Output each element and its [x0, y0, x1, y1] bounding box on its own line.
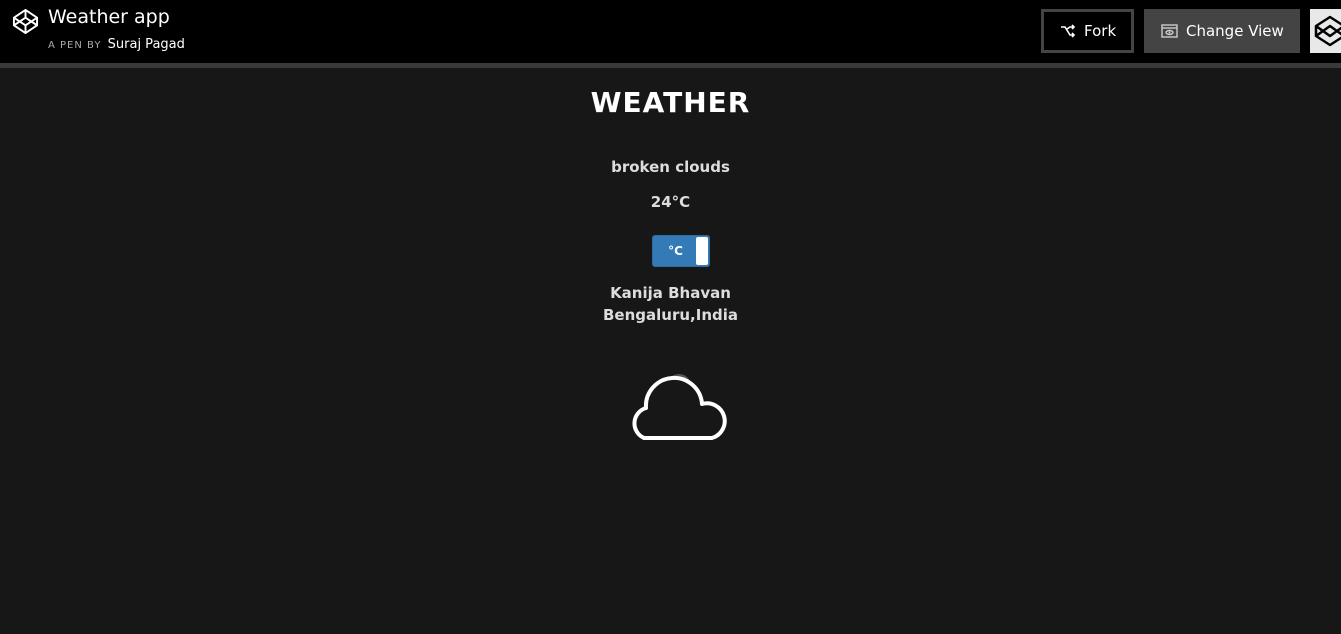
- codepen-header: Weather app A PEN BY Suraj Pagad Fork Ch…: [0, 0, 1341, 68]
- codepen-avatar-icon: [1314, 15, 1341, 47]
- unit-toggle[interactable]: °C: [652, 235, 710, 267]
- change-view-icon: [1161, 24, 1178, 38]
- user-avatar[interactable]: [1310, 9, 1341, 53]
- unit-toggle-label: °C: [668, 244, 683, 258]
- pen-author-link[interactable]: Suraj Pagad: [108, 37, 185, 52]
- weather-app: WEATHER broken clouds 24°C °C Kanija Bha…: [0, 68, 1341, 634]
- fork-button[interactable]: Fork: [1041, 9, 1134, 53]
- cloud-icon: [632, 374, 727, 440]
- page-title: WEATHER: [590, 86, 751, 119]
- location-line-2: Bengaluru,India: [603, 306, 738, 324]
- temperature-value: 24°C: [650, 193, 691, 211]
- codepen-logo-icon[interactable]: [12, 8, 39, 35]
- weather-description: broken clouds: [611, 158, 730, 176]
- pen-byline: A PEN BY Suraj Pagad: [48, 37, 185, 52]
- pen-title: Weather app: [48, 6, 170, 28]
- change-view-button[interactable]: Change View: [1144, 9, 1300, 53]
- location-line-1: Kanija Bhavan: [610, 284, 731, 302]
- unit-toggle-handle[interactable]: [696, 237, 708, 265]
- fork-button-label: Fork: [1084, 22, 1117, 40]
- fork-icon: [1060, 24, 1076, 38]
- change-view-button-label: Change View: [1186, 22, 1284, 40]
- pen-by-label: A PEN BY: [48, 40, 102, 51]
